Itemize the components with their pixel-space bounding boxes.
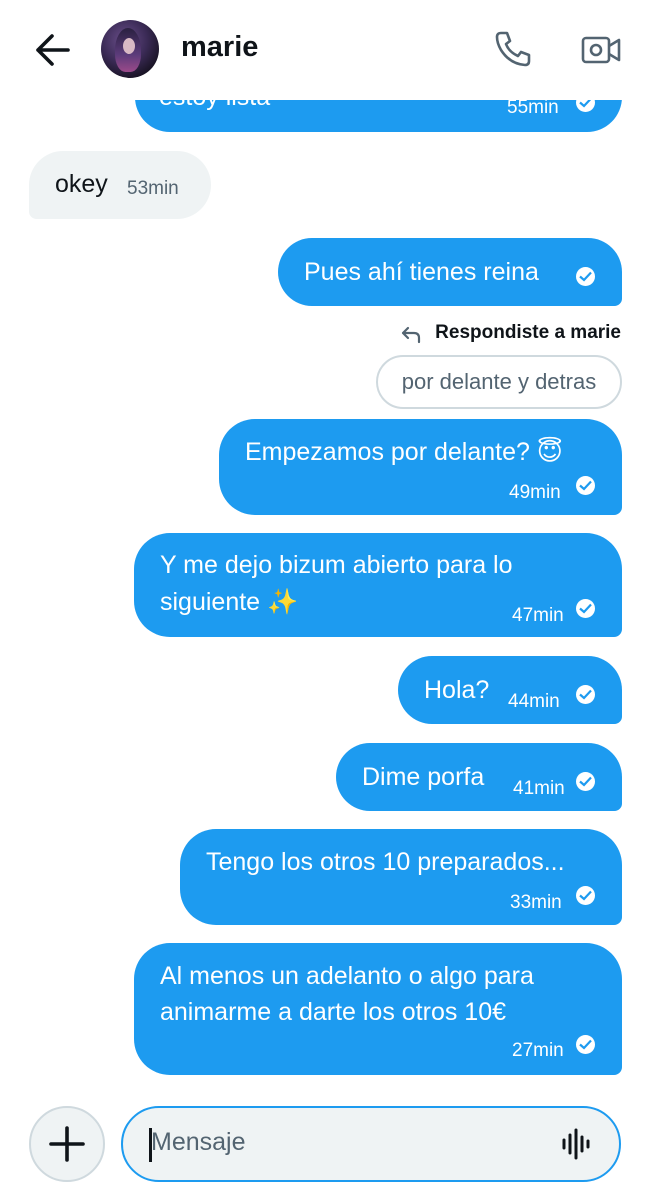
message-text-line: Al menos un adelanto o algo para — [160, 962, 534, 990]
check-circle-icon — [576, 476, 595, 495]
check-circle-icon — [576, 685, 595, 704]
check-circle-icon — [576, 267, 595, 286]
message-input-placeholder: Mensaje — [151, 1128, 246, 1156]
message-bubble-outgoing[interactable]: Pues ahí tienes reina — [278, 238, 622, 306]
message-text-line: Y me dejo bizum abierto para lo — [160, 551, 513, 579]
message-bubble-outgoing[interactable]: Tengo los otros 10 preparados... 33min — [180, 829, 622, 925]
add-attachment-button[interactable] — [29, 1106, 105, 1182]
reply-arrow-icon — [401, 326, 421, 344]
message-bubble-incoming[interactable]: okey 53min — [29, 151, 211, 219]
message-text: okey — [55, 170, 108, 198]
video-camera-icon[interactable] — [580, 30, 622, 70]
message-time: 49min — [509, 482, 561, 503]
message-text-line: siguiente ✨ — [160, 588, 299, 616]
check-circle-icon — [576, 886, 595, 905]
message-list: estoy lista 55min okey 53min Pues ahí ti… — [0, 0, 651, 1100]
message-text-line: animarme a darte los otros 10€ — [160, 998, 507, 1026]
plus-icon — [49, 1126, 85, 1162]
message-bubble-outgoing[interactable]: Y me dejo bizum abierto para lo siguient… — [134, 533, 622, 637]
message-text: Hola? — [424, 676, 490, 704]
message-time: 44min — [508, 691, 560, 712]
message-time: 33min — [510, 892, 562, 913]
conversation-header: marie — [0, 0, 651, 100]
message-bubble-outgoing[interactable]: Hola? 44min — [398, 656, 622, 724]
message-bubble-outgoing[interactable]: Al menos un adelanto o algo para animarm… — [134, 943, 622, 1075]
message-text: Tengo los otros 10 preparados... — [206, 848, 565, 876]
reply-label: Respondiste a marie — [435, 322, 621, 343]
message-bubble-outgoing[interactable]: Dime porfa 41min — [336, 743, 622, 811]
message-time: 41min — [513, 778, 565, 799]
message-bubble-outgoing[interactable]: Empezamos por delante? 😇 49min — [219, 419, 622, 515]
check-circle-icon — [576, 1035, 595, 1054]
avatar[interactable] — [101, 20, 159, 78]
message-time: 47min — [512, 605, 564, 626]
avatar-face — [123, 38, 135, 54]
check-circle-icon — [576, 599, 595, 618]
waveform-icon[interactable] — [560, 1126, 594, 1162]
phone-icon[interactable] — [492, 28, 534, 70]
message-time: 53min — [127, 178, 179, 199]
quoted-message[interactable]: por delante y detras — [376, 355, 622, 409]
message-text: Dime porfa — [362, 763, 485, 791]
arrow-left-icon[interactable] — [30, 30, 72, 70]
message-time: 27min — [512, 1040, 564, 1061]
contact-name[interactable]: marie — [181, 31, 258, 64]
message-text: Pues ahí tienes reina — [304, 258, 539, 286]
check-circle-icon — [576, 772, 595, 791]
message-text: Empezamos por delante? 😇 — [245, 438, 563, 466]
